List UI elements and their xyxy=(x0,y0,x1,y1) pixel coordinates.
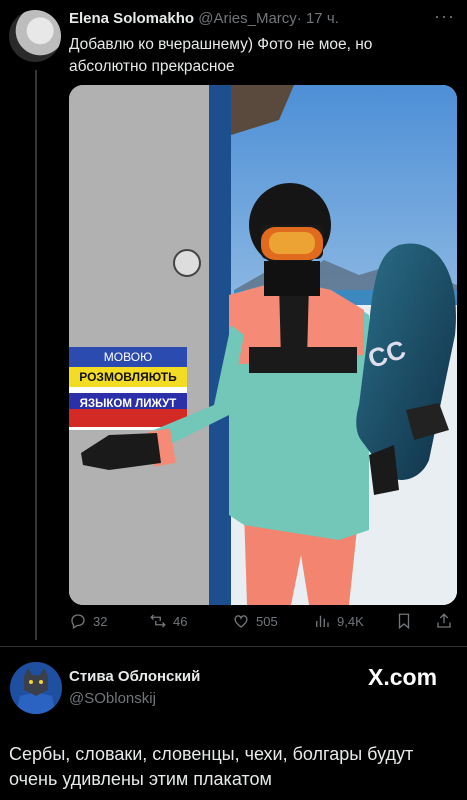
quote-avatar[interactable] xyxy=(10,662,62,714)
divider xyxy=(0,646,467,647)
retweet-count: 46 xyxy=(173,613,188,629)
retweet-icon xyxy=(150,614,166,628)
retweet-button[interactable]: 46 xyxy=(149,612,187,630)
views-icon xyxy=(316,615,329,627)
tweet-text: Добавлю ко вчерашнему) Фото не мое, но а… xyxy=(69,36,373,75)
reply-button[interactable]: 32 xyxy=(69,612,107,630)
like-button[interactable]: 505 xyxy=(232,612,278,630)
quote-name[interactable]: Стива Облонский xyxy=(69,668,200,685)
tweet-photo[interactable]: МОВОЮ РОЗМОВЛЯЮТЬ ЯЗЫКОМ ЛИЖУТ CC xyxy=(69,85,457,605)
more-options-icon[interactable]: ··· xyxy=(434,6,455,27)
quote-handle[interactable]: @SOblonskij xyxy=(69,690,156,707)
thread-line xyxy=(35,70,37,640)
share-button[interactable] xyxy=(435,612,453,630)
cat-avatar-icon xyxy=(10,662,62,714)
poster-line3: ЯЗЫКОМ ЛИЖУТ xyxy=(80,398,177,410)
heart-icon xyxy=(234,615,248,628)
reply-count: 32 xyxy=(93,613,108,629)
bookmark-button[interactable] xyxy=(395,612,413,630)
reply-icon xyxy=(71,614,85,629)
share-icon xyxy=(437,613,451,628)
poster-line2: РОЗМОВЛЯЮТЬ xyxy=(79,370,177,384)
tweet-actions: 32 46 505 9,4K xyxy=(69,612,457,636)
bookmark-icon xyxy=(398,613,410,630)
views-count: 9,4K xyxy=(337,613,364,629)
tweet-header: Elena Solomakho @Aries_Marcy· 17 ч. xyxy=(69,10,339,27)
author-name[interactable]: Elena Solomakho xyxy=(69,10,194,27)
author-avatar[interactable] xyxy=(9,10,61,62)
tweet-time[interactable]: 17 ч. xyxy=(306,10,339,27)
xcom-logo: X.com xyxy=(368,664,438,690)
photo-illustration: МОВОЮ РОЗМОВЛЯЮТЬ ЯЗЫКОМ ЛИЖУТ CC xyxy=(69,85,457,605)
like-count: 505 xyxy=(256,613,278,629)
views-button[interactable]: 9,4K xyxy=(313,612,364,630)
author-handle[interactable]: @Aries_Marcy xyxy=(198,10,297,27)
quote-text: Сербы, словаки, словенцы, чехи, болгары … xyxy=(9,744,414,789)
separator-dot: · xyxy=(296,10,302,27)
poster-line1: МОВОЮ xyxy=(104,350,152,364)
